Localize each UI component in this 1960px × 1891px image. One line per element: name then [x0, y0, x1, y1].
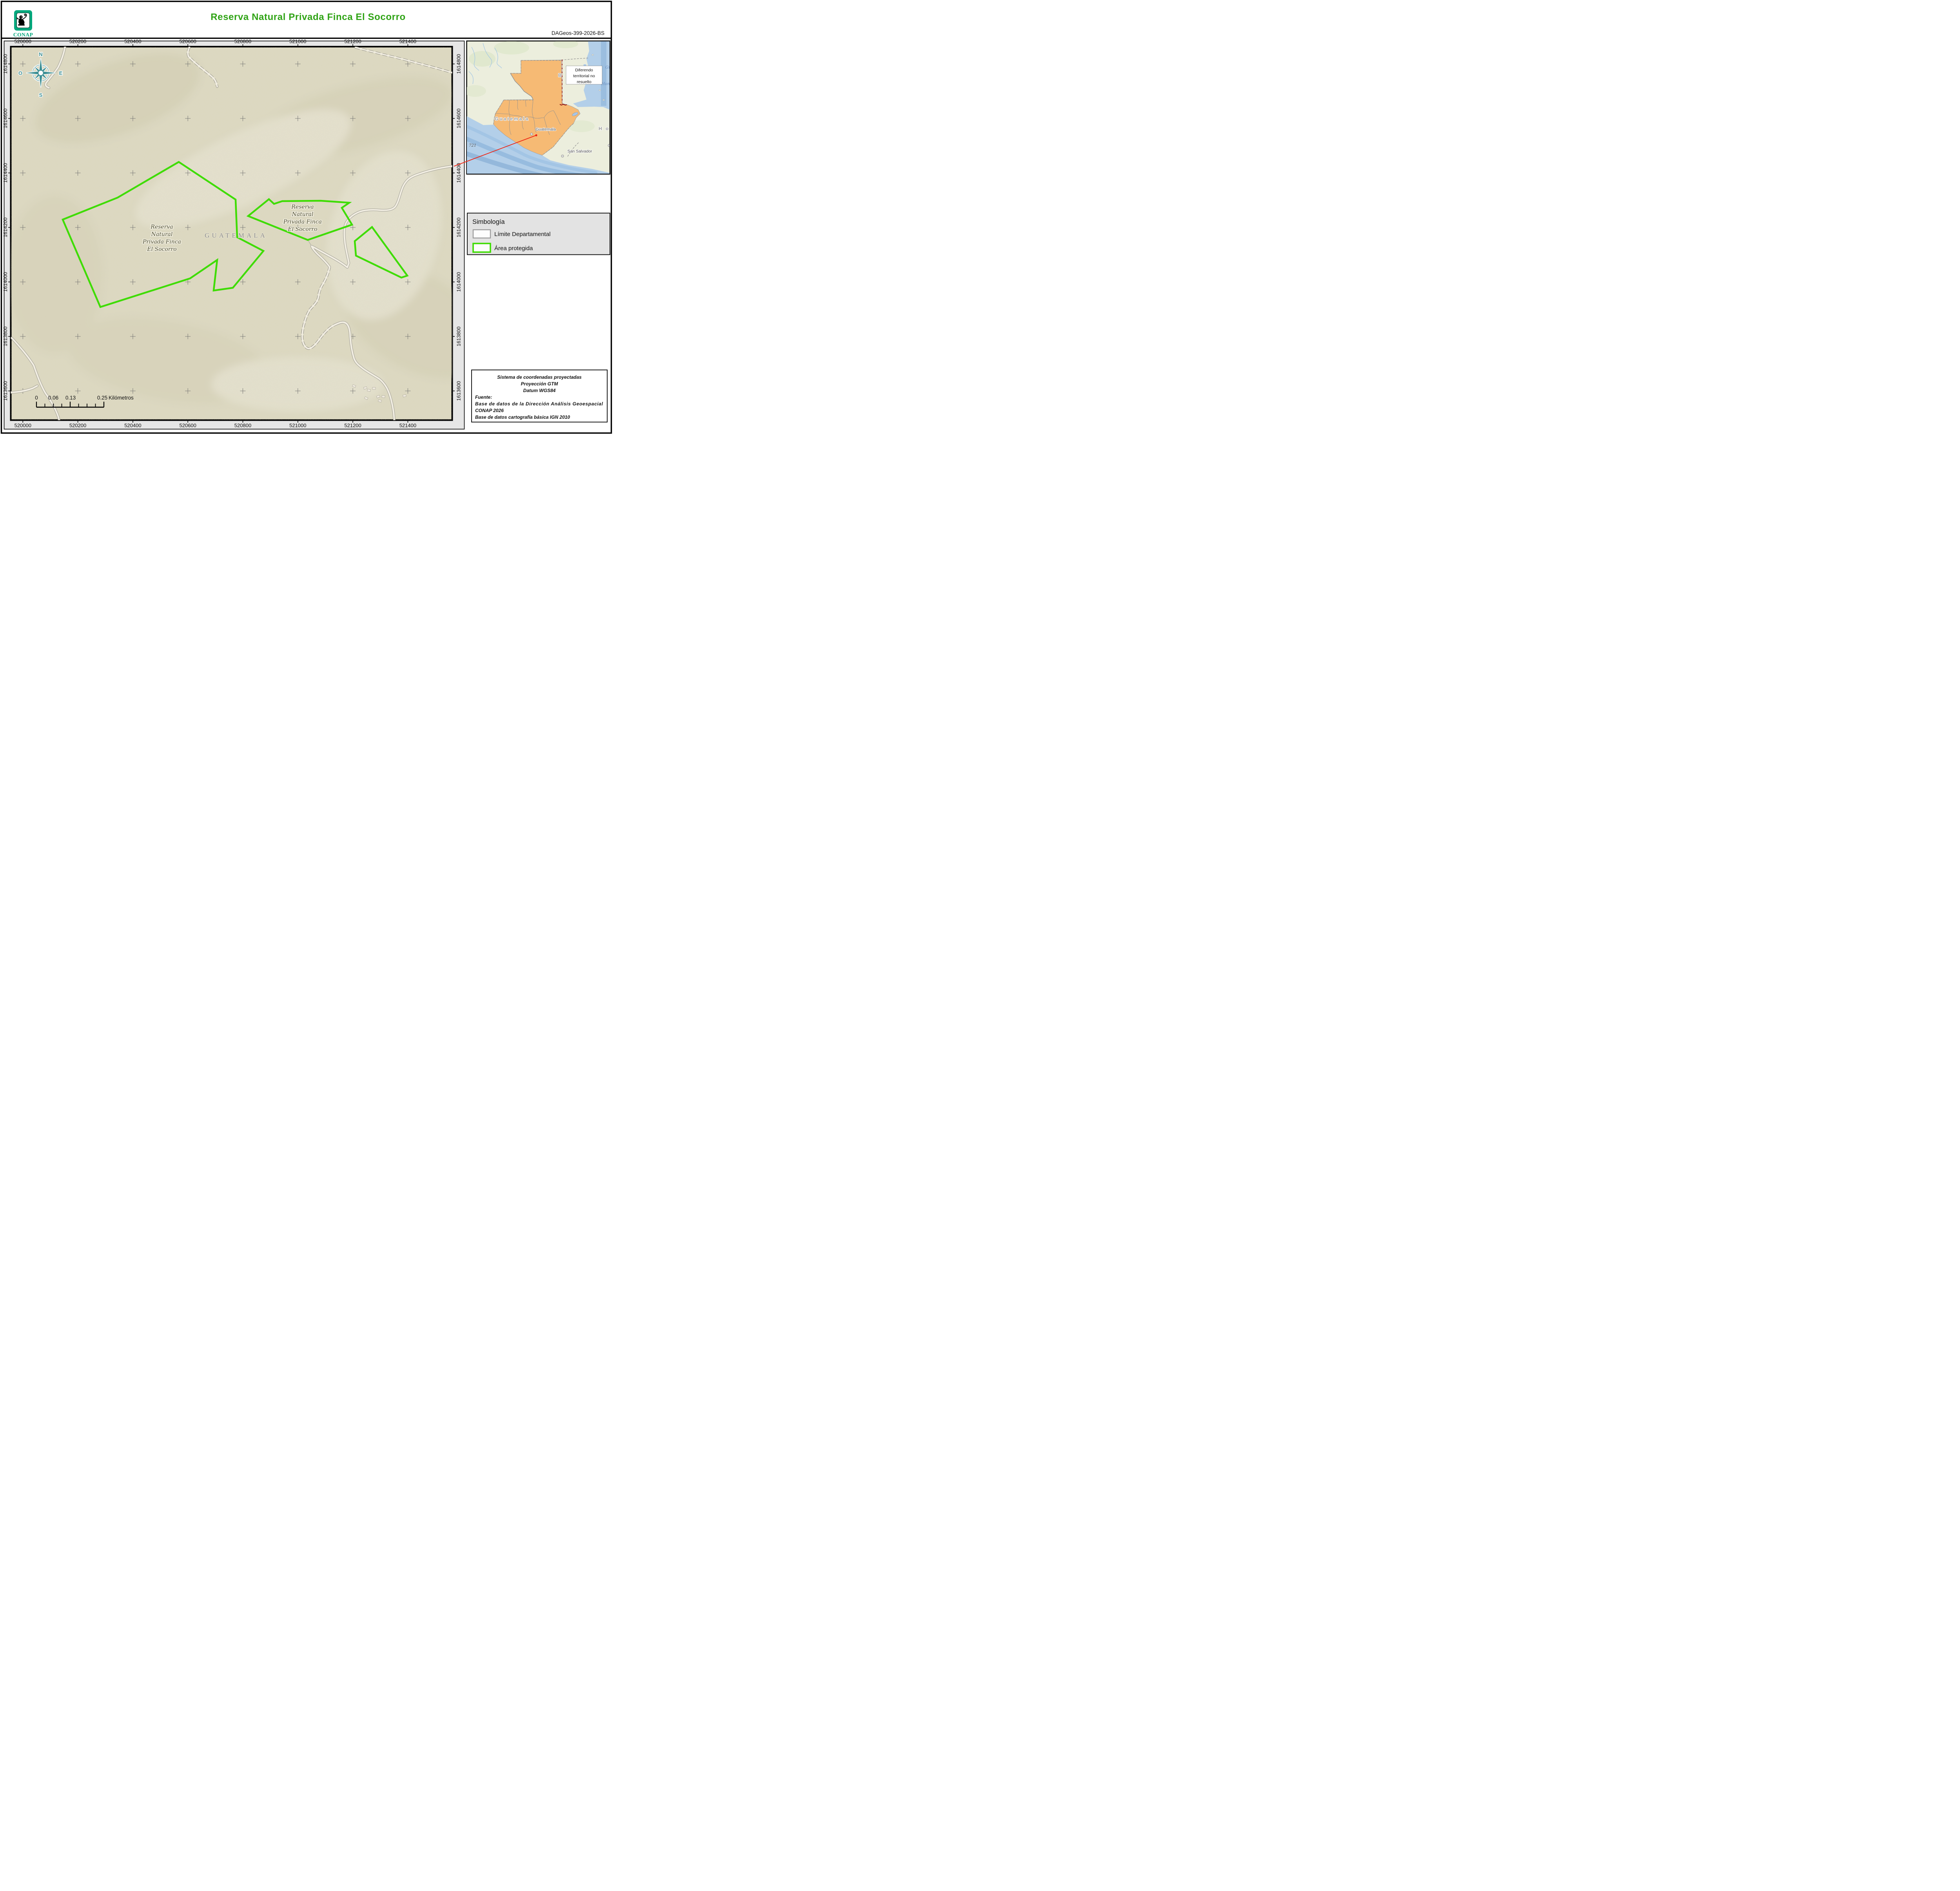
y-axis-label: 1614000	[456, 272, 462, 292]
area-label-west-line1: Reserva	[150, 224, 173, 230]
x-axis-label: 521000	[289, 423, 306, 429]
y-axis-label: 1614800	[456, 54, 462, 74]
y-axis-label: 1613600	[2, 381, 8, 401]
y-axis-label: 1614200	[2, 218, 8, 238]
legend-label-departmental: Límite Departamental	[494, 231, 550, 238]
map-layout-canvas: CONAP Reserva Natural Privada Finca El S…	[0, 0, 613, 434]
y-axis-label: 1613800	[2, 327, 8, 347]
inset-country-label: Guatemala	[495, 116, 529, 122]
scalebar-label-025: 0.25	[97, 395, 107, 401]
area-label-west-line4: El Socorro	[147, 246, 176, 252]
x-axis-label: 520800	[234, 423, 251, 429]
x-axis-label: 520200	[69, 38, 86, 44]
info-box: Sistema de coordenadas proyectadas Proye…	[472, 370, 607, 422]
belize-lagoon	[583, 64, 586, 66]
depth-label: 721	[469, 144, 476, 148]
san-salvador-label: San Salvador	[567, 149, 592, 154]
legend-title: Simbología	[472, 218, 505, 225]
scalebar-unit: Kilómetros	[109, 395, 134, 401]
territorial-note-line3: resuelto	[577, 80, 592, 84]
building	[403, 394, 407, 397]
y-axis-label: 1613800	[456, 327, 462, 347]
x-axis-label: 520000	[15, 38, 31, 44]
x-axis-label: 521200	[344, 423, 361, 429]
area-label-center-line3: Privada Finca	[283, 219, 322, 225]
y-axis-label: 1614800	[2, 54, 8, 74]
san-salvador-dot	[561, 155, 564, 157]
x-axis-label: 521200	[344, 38, 361, 44]
x-axis-label: 521400	[399, 423, 416, 429]
conap-logo: CONAP	[13, 10, 33, 38]
guatemala-city-label: Guatemala	[535, 127, 556, 132]
info-line-projection: Proyección GTM	[521, 381, 559, 387]
compass-hub	[38, 70, 44, 76]
area-label-center-line1: Reserva	[291, 204, 314, 210]
legend: Simbología Límite Departamental Área pro…	[467, 213, 610, 255]
area-label-center-line4: El Socorro	[287, 226, 317, 233]
logo-wordmark: CONAP	[13, 32, 33, 38]
x-axis-label: 521400	[399, 38, 416, 44]
map-document-page: CONAP Reserva Natural Privada Finca El S…	[0, 0, 613, 434]
legend-swatch-protected-area	[473, 243, 490, 252]
scalebar-label-006: 0.06	[48, 395, 58, 401]
territorial-note-line2: territorial no	[573, 74, 595, 78]
x-axis-label: 520000	[15, 423, 31, 429]
x-axis-label: 520600	[180, 423, 196, 429]
area-label-west-line3: Privada Finca	[142, 239, 181, 245]
info-line-datum: Datum WGS84	[523, 388, 556, 393]
y-axis-label: 1614200	[456, 218, 462, 238]
area-label-west-line2: Natural	[151, 231, 173, 238]
country-label: GUATEMALA	[205, 232, 267, 239]
legend-label-protected-area: Área protegida	[494, 245, 533, 252]
compass-letter-s: S	[39, 92, 43, 98]
scalebar-label-013: 0.13	[65, 395, 76, 401]
document-id: DAGeos-399-2026-BS	[552, 30, 604, 36]
x-axis-label: 520400	[124, 38, 141, 44]
guatemala-city-dot	[530, 133, 533, 135]
y-axis-label: 1614400	[456, 163, 462, 183]
map-content: Reserva Natural Privada Finca El Socorro…	[8, 35, 507, 420]
territorial-note: Diferendo territorial no resuelto	[566, 66, 602, 84]
area-label-center-line2: Natural	[292, 211, 314, 218]
main-map: Reserva Natural Privada Finca El Socorro…	[2, 35, 507, 429]
scalebar-label-0: 0	[35, 395, 38, 401]
x-axis-label: 521000	[289, 38, 306, 44]
x-axis-label: 520400	[124, 423, 141, 429]
y-axis-label: 1613600	[456, 381, 462, 401]
building	[367, 389, 371, 391]
territorial-note-line1: Diferendo	[575, 68, 593, 73]
compass-letter-o: O	[18, 70, 22, 76]
info-line-crs: Sistema de coordenadas proyectadas	[497, 374, 582, 380]
page-title: Reserva Natural Privada Finca El Socorro	[211, 12, 406, 22]
building	[382, 396, 385, 398]
y-axis-label: 1614000	[2, 272, 8, 292]
y-axis-label: 1614400	[2, 163, 8, 183]
x-axis-label: 520200	[69, 423, 86, 429]
legend-swatch-departmental	[473, 230, 490, 238]
compass-letter-e: E	[59, 70, 63, 76]
info-line-source-1: Base de datos de la Dirección Análisis G…	[475, 401, 603, 407]
info-line-source-2: CONAP 2026	[475, 408, 504, 413]
y-axis-label: 1614600	[2, 109, 8, 129]
compass-letter-n: N	[39, 51, 42, 57]
y-axis-label: 1614600	[456, 109, 462, 129]
building	[372, 387, 376, 389]
info-line-source-heading: Fuente:	[475, 394, 492, 400]
x-axis-label: 520800	[234, 38, 251, 44]
x-axis-label: 520600	[180, 38, 196, 44]
info-line-source-3: Base de datos cartografía básica IGN 201…	[475, 414, 570, 420]
